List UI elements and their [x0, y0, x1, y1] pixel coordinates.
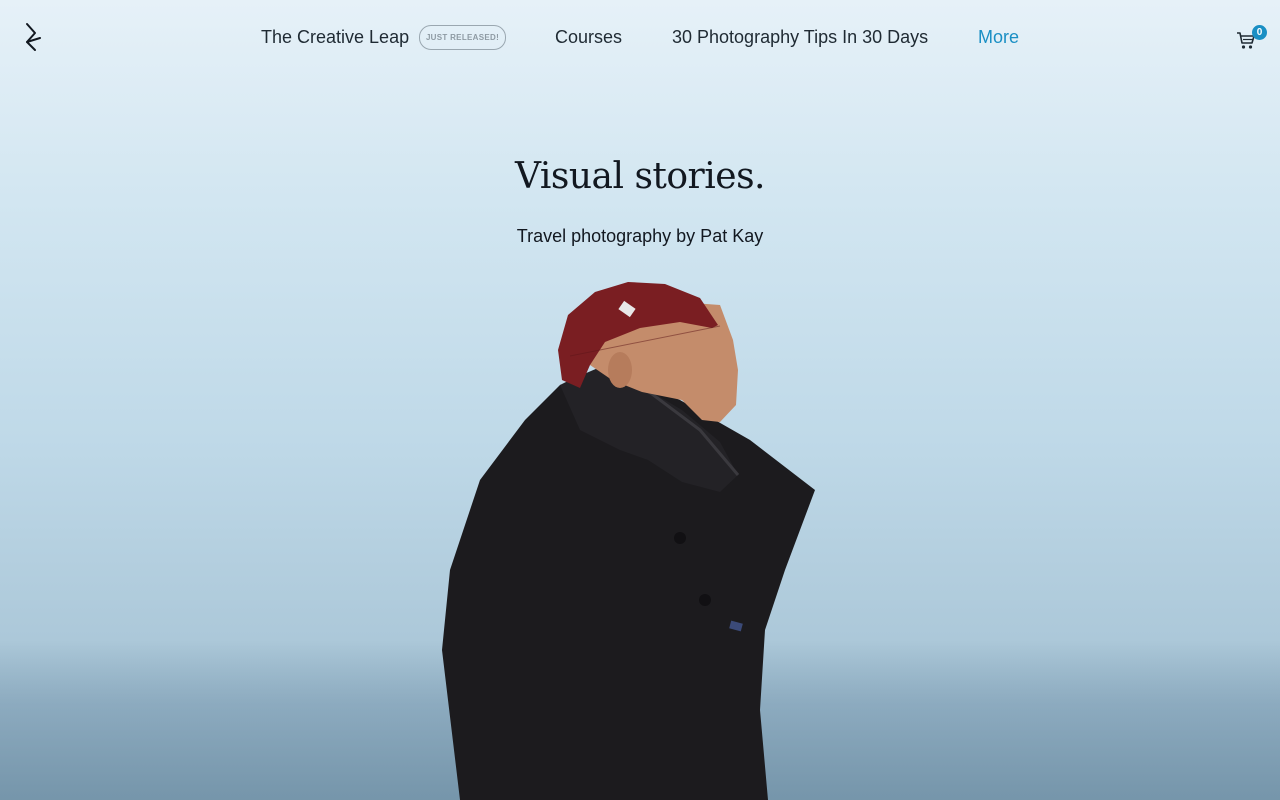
nav-link-more[interactable]: More	[978, 26, 1019, 48]
pk-monogram-icon[interactable]	[22, 22, 46, 52]
cart-count-badge: 0	[1252, 25, 1267, 40]
hero-title: Visual stories.	[514, 156, 766, 197]
hero-subtitle: Travel photography by Pat Kay	[516, 226, 764, 246]
person-photo	[442, 282, 815, 800]
nav-link-creative-leap[interactable]: The Creative Leap	[261, 26, 409, 48]
hero-background-photo	[0, 0, 1280, 800]
top-navigation: The Creative Leap JUST RELEASED! Courses…	[0, 0, 1280, 76]
just-released-badge: JUST RELEASED!	[419, 25, 506, 50]
nav-link-photography-tips[interactable]: 30 Photography Tips In 30 Days	[672, 26, 928, 48]
nav-link-courses[interactable]: Courses	[555, 26, 622, 48]
